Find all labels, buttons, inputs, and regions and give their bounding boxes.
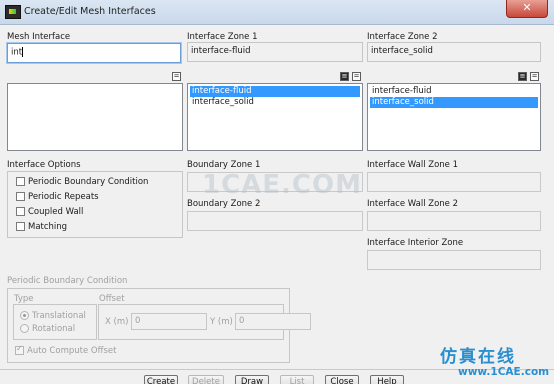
interface-zone-1-list[interactable]: interface-fluid interface_solid xyxy=(187,83,363,151)
interface-options-label: Interface Options xyxy=(7,160,81,170)
x-offset-input[interactable]: 0 xyxy=(131,313,207,330)
matching-checkbox[interactable]: Matching xyxy=(16,222,67,235)
type-label: Type xyxy=(14,294,34,304)
radio-button[interactable] xyxy=(20,311,29,320)
periodic-bc-group: Type Translational Rotational Offset X (… xyxy=(7,288,311,363)
periodic-boundary-condition-checkbox[interactable]: Periodic Boundary Condition xyxy=(16,177,148,190)
checkbox-label: Auto Compute Offset xyxy=(27,346,117,356)
offset-label: Offset xyxy=(99,294,125,304)
interface-wall-zone-1-field xyxy=(367,172,541,192)
interface-interior-zone-field xyxy=(367,250,541,270)
interface-zone-1-filter-button[interactable]: = xyxy=(352,72,361,81)
brand-watermark: 仿真在线 xyxy=(440,347,516,367)
list-item[interactable]: interface_solid xyxy=(190,97,360,108)
interface-zone-2-field: interface_solid xyxy=(367,42,541,62)
periodic-bc-label: Periodic Boundary Condition xyxy=(7,276,128,286)
boundary-zone-1-label: Boundary Zone 1 xyxy=(187,160,261,170)
checkbox-label: Periodic Repeats xyxy=(28,192,99,202)
rotational-radio[interactable]: Rotational xyxy=(20,324,75,337)
interface-zone-1-select-all-button[interactable]: ≡ xyxy=(340,72,349,81)
list-item[interactable]: interface-fluid xyxy=(370,86,538,97)
checkbox-box[interactable] xyxy=(15,344,24,355)
text-caret xyxy=(22,47,24,57)
title-bar: Create/Edit Mesh Interfaces ✕ xyxy=(0,0,554,25)
mesh-interface-list[interactable] xyxy=(7,83,183,151)
interface-zone-1-label: Interface Zone 1 xyxy=(187,32,258,42)
interface-interior-zone-label: Interface Interior Zone xyxy=(367,238,464,248)
interface-wall-zone-2-label: Interface Wall Zone 2 xyxy=(367,199,459,209)
x-offset-label: X (m) xyxy=(105,317,129,327)
mesh-interface-value: int xyxy=(11,47,23,58)
y-offset-input[interactable]: 0 xyxy=(235,313,311,330)
radio-button[interactable] xyxy=(20,324,29,333)
create-button[interactable]: Create xyxy=(144,375,178,384)
close-button[interactable]: Close xyxy=(325,375,359,384)
close-window-button[interactable]: ✕ xyxy=(506,0,548,18)
help-button[interactable]: Help xyxy=(370,375,404,384)
interface-wall-zone-1-label: Interface Wall Zone 1 xyxy=(367,160,459,170)
interface-wall-zone-2-field xyxy=(367,211,541,231)
boundary-zone-2-field xyxy=(187,211,363,231)
radio-label: Translational xyxy=(32,311,86,321)
delete-button[interactable]: Delete xyxy=(188,375,224,384)
checkbox-label: Coupled Wall xyxy=(28,207,84,217)
type-group: Translational Rotational xyxy=(13,304,97,340)
checkbox-box[interactable] xyxy=(16,177,25,186)
checkbox-label: Matching xyxy=(28,222,68,232)
mesh-interfaces-dialog: Create/Edit Mesh Interfaces ✕ Mesh Inter… xyxy=(0,0,554,384)
watermark: 1CAE.COM xyxy=(202,170,362,200)
checkbox-box[interactable] xyxy=(16,222,25,231)
checkbox-label: Periodic Boundary Condition xyxy=(28,177,149,187)
app-icon xyxy=(5,5,21,19)
interface-zone-2-filter-button[interactable]: = xyxy=(530,72,539,81)
boundary-zone-2-label: Boundary Zone 2 xyxy=(187,199,261,209)
interface-zone-2-list[interactable]: interface-fluid interface_solid xyxy=(367,83,541,151)
draw-button[interactable]: Draw xyxy=(235,375,269,384)
interface-options-group: Periodic Boundary Condition Periodic Rep… xyxy=(7,171,183,238)
periodic-repeats-checkbox[interactable]: Periodic Repeats xyxy=(16,192,99,205)
brand-url: www.1CAE.com xyxy=(458,366,550,378)
mesh-interface-label: Mesh Interface xyxy=(7,32,71,42)
interface-zone-1-field: interface-fluid xyxy=(187,42,363,62)
mesh-interface-list-filter-button[interactable]: = xyxy=(172,72,181,81)
checkbox-box[interactable] xyxy=(16,192,25,201)
radio-label: Rotational xyxy=(32,324,76,334)
auto-compute-offset-checkbox[interactable]: Auto Compute Offset xyxy=(15,344,117,359)
translational-radio[interactable]: Translational xyxy=(20,311,86,324)
list-item[interactable]: interface_solid xyxy=(370,97,538,108)
mesh-interface-input[interactable]: int xyxy=(6,42,182,64)
list-button[interactable]: List xyxy=(280,375,314,384)
interface-zone-2-label: Interface Zone 2 xyxy=(367,32,438,42)
coupled-wall-checkbox[interactable]: Coupled Wall xyxy=(16,207,83,220)
interface-zone-2-select-all-button[interactable]: ≡ xyxy=(518,72,527,81)
list-item[interactable]: interface-fluid xyxy=(190,86,360,97)
offset-group: X (m) 0 Y (m) 0 xyxy=(98,304,311,340)
window-title: Create/Edit Mesh Interfaces xyxy=(24,6,156,17)
checkbox-box[interactable] xyxy=(16,207,25,216)
y-offset-label: Y (m) xyxy=(210,317,233,327)
